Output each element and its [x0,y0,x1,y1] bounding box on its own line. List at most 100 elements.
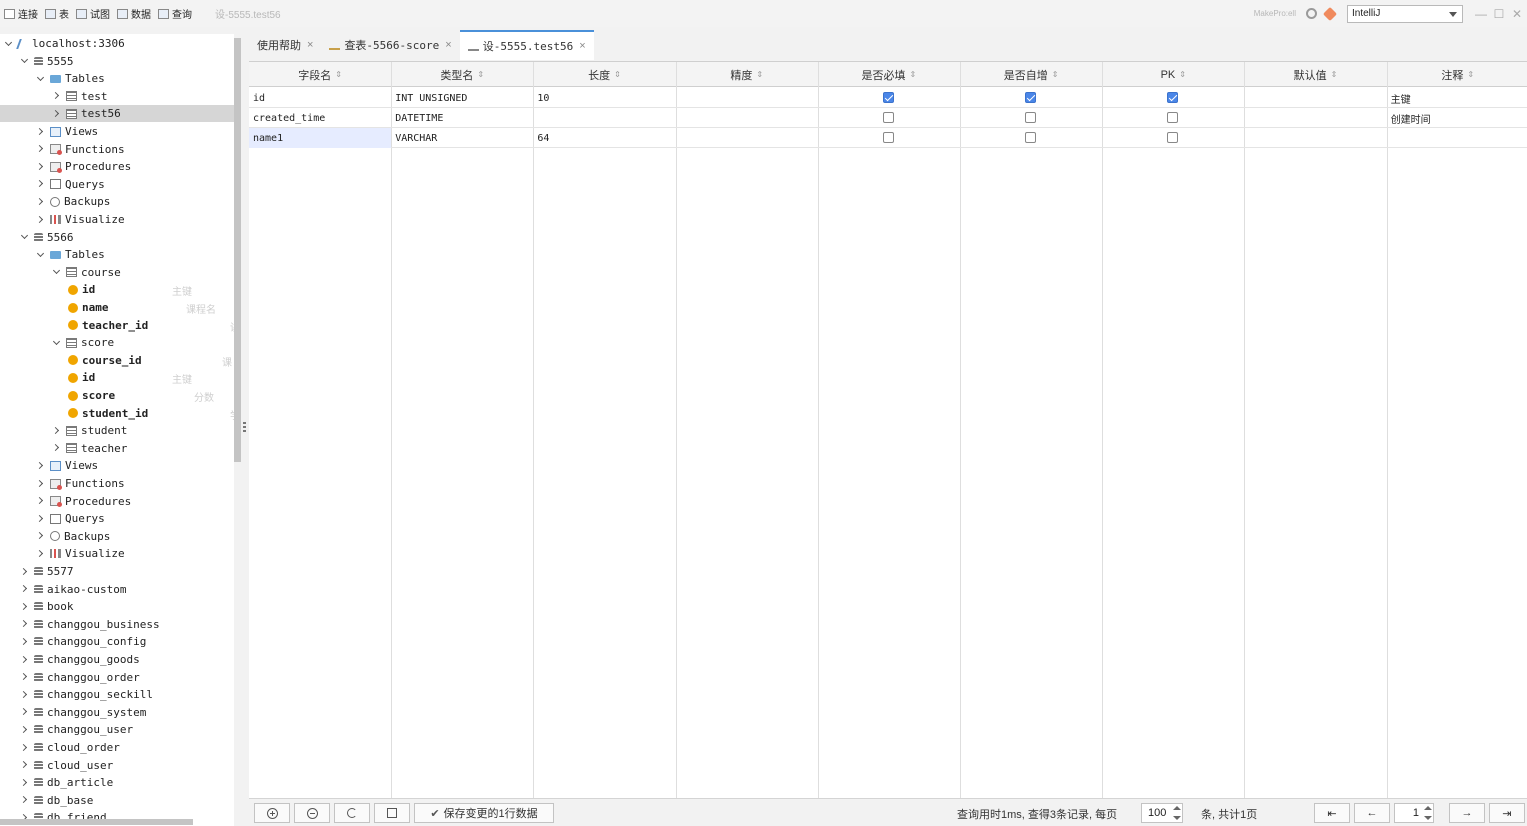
required-checkbox[interactable] [882,112,894,123]
name-cell[interactable]: id [249,88,391,108]
auto-increment-checkbox[interactable] [1025,92,1037,103]
tree-item-procedures[interactable]: Procedures [0,158,234,175]
chevron-right-icon[interactable] [36,515,44,523]
tree-item-course-id[interactable]: course_id [0,352,234,369]
save-changes-button[interactable]: ✔ 保存变更的1行数据 [414,803,554,823]
sort-icon[interactable]: ⇕ [1179,70,1186,79]
pk-checkbox[interactable] [1167,92,1179,103]
chevron-right-icon[interactable] [20,691,28,699]
chevron-right-icon[interactable] [20,726,28,734]
default-cell[interactable] [1244,128,1386,148]
maximize-button[interactable]: ☐ [1491,7,1507,21]
tree-item-backups[interactable]: Backups [0,528,234,545]
tree-item-procedures[interactable]: Procedures [0,493,234,510]
tree-item-5566[interactable]: 5566 [0,229,234,246]
tab-0[interactable]: 使用帮助 × [249,30,321,60]
toolbar-query-button[interactable]: 查询 [155,4,195,24]
chevron-down-icon[interactable] [52,268,60,276]
precision-cell[interactable] [676,108,818,128]
chevron-right-icon[interactable] [36,163,44,171]
pk-checkbox[interactable] [1167,112,1179,123]
sort-icon[interactable]: ⇕ [477,70,484,79]
toolbar-view-button[interactable]: 试图 [73,4,113,24]
column-header[interactable]: 字段名 ⇕ [249,62,391,87]
auto-increment-checkbox[interactable] [1025,132,1037,143]
tree-item-5577[interactable]: 5577 [0,563,234,580]
tree-item-visualize[interactable]: Visualize [0,211,234,228]
spinner-icon[interactable] [1424,806,1432,820]
tree-item-localhost-3306[interactable]: localhost:3306 [0,35,234,52]
tree-item-changgou-business[interactable]: changgou_business [0,616,234,633]
column-header[interactable]: 默认值 ⇕ [1244,62,1386,87]
type-cell[interactable]: INT UNSIGNED [391,88,533,108]
chevron-right-icon[interactable] [36,128,44,136]
add-row-button[interactable] [254,803,290,823]
tree-item-student[interactable]: student [0,422,234,439]
pk-checkbox[interactable] [1167,132,1179,143]
tree-item-id[interactable]: id [0,281,234,298]
precision-cell[interactable] [676,128,818,148]
tree-item-db-base[interactable]: db_base [0,792,234,809]
close-icon[interactable]: × [445,39,451,51]
sort-icon[interactable]: ⇕ [1331,70,1338,79]
length-cell[interactable] [533,108,675,128]
theme-icon[interactable] [1322,6,1338,21]
type-cell[interactable]: DATETIME [391,108,533,128]
minimize-button[interactable]: — [1473,7,1489,21]
tree-item-changgou-order[interactable]: changgou_order [0,669,234,686]
column-header[interactable]: 注释 ⇕ [1387,62,1527,87]
tree-item-visualize[interactable]: Visualize [0,545,234,562]
tree-item-querys[interactable]: Querys [0,176,234,193]
tree-item-test[interactable]: test [0,88,234,105]
length-cell[interactable]: 10 [533,88,675,108]
remove-row-button[interactable] [294,803,330,823]
chevron-right-icon[interactable] [36,216,44,224]
default-cell[interactable] [1244,108,1386,128]
splitter-grip-icon[interactable] [243,422,246,434]
sort-icon[interactable]: ⇕ [335,70,342,79]
tree-horizontal-scrollbar[interactable] [0,819,193,825]
tree-vertical-scrollbar[interactable] [234,38,241,462]
chevron-right-icon[interactable] [52,427,60,435]
tree-item-student-id[interactable]: student_id [0,405,234,422]
tree-item-cloud-order[interactable]: cloud_order [0,739,234,756]
comment-cell[interactable]: 主键 [1387,88,1527,108]
tree-item-functions[interactable]: Functions [0,475,234,492]
required-checkbox[interactable] [882,132,894,143]
gear-icon[interactable] [1306,8,1317,19]
chevron-down-icon[interactable] [20,233,28,241]
chevron-right-icon[interactable] [20,744,28,752]
refresh-button[interactable] [334,803,370,823]
close-button[interactable]: ✕ [1509,7,1525,21]
table-row[interactable]: created_time DATETIME 创建时间 [249,108,1527,128]
tree-item-changgou-user[interactable]: changgou_user [0,721,234,738]
chevron-right-icon[interactable] [36,480,44,488]
page-size-stepper[interactable]: 100 [1141,803,1183,823]
toolbar-connect-button[interactable]: 连接 [1,4,41,24]
tree-item-changgou-system[interactable]: changgou_system [0,704,234,721]
page-number-stepper[interactable]: 1 [1394,803,1434,823]
chevron-down-icon[interactable] [20,57,28,65]
first-page-button[interactable]: ⇤ [1314,803,1350,823]
default-cell[interactable] [1244,88,1386,108]
next-page-button[interactable]: → [1449,803,1485,823]
chevron-right-icon[interactable] [36,497,44,505]
prev-page-button[interactable]: ← [1354,803,1390,823]
tree-item-teacher[interactable]: teacher [0,440,234,457]
tree-item-changgou-seckill[interactable]: changgou_seckill [0,686,234,703]
tree-item-changgou-goods[interactable]: changgou_goods [0,651,234,668]
chevron-right-icon[interactable] [20,673,28,681]
column-header[interactable]: 类型名 ⇕ [391,62,533,87]
chevron-right-icon[interactable] [36,180,44,188]
export-button[interactable] [374,803,410,823]
chevron-right-icon[interactable] [36,550,44,558]
chevron-right-icon[interactable] [20,620,28,628]
column-header[interactable]: PK ⇕ [1102,62,1244,87]
toolbar-table-button[interactable]: 表 [42,4,72,24]
tree-item-db-article[interactable]: db_article [0,774,234,791]
toolbar-data-button[interactable]: 数据 [114,4,154,24]
column-header[interactable]: 是否必填 ⇕ [818,62,960,87]
name-cell[interactable]: created_time [249,108,391,128]
tree-item-course[interactable]: course [0,264,234,281]
chevron-right-icon[interactable] [20,568,28,576]
